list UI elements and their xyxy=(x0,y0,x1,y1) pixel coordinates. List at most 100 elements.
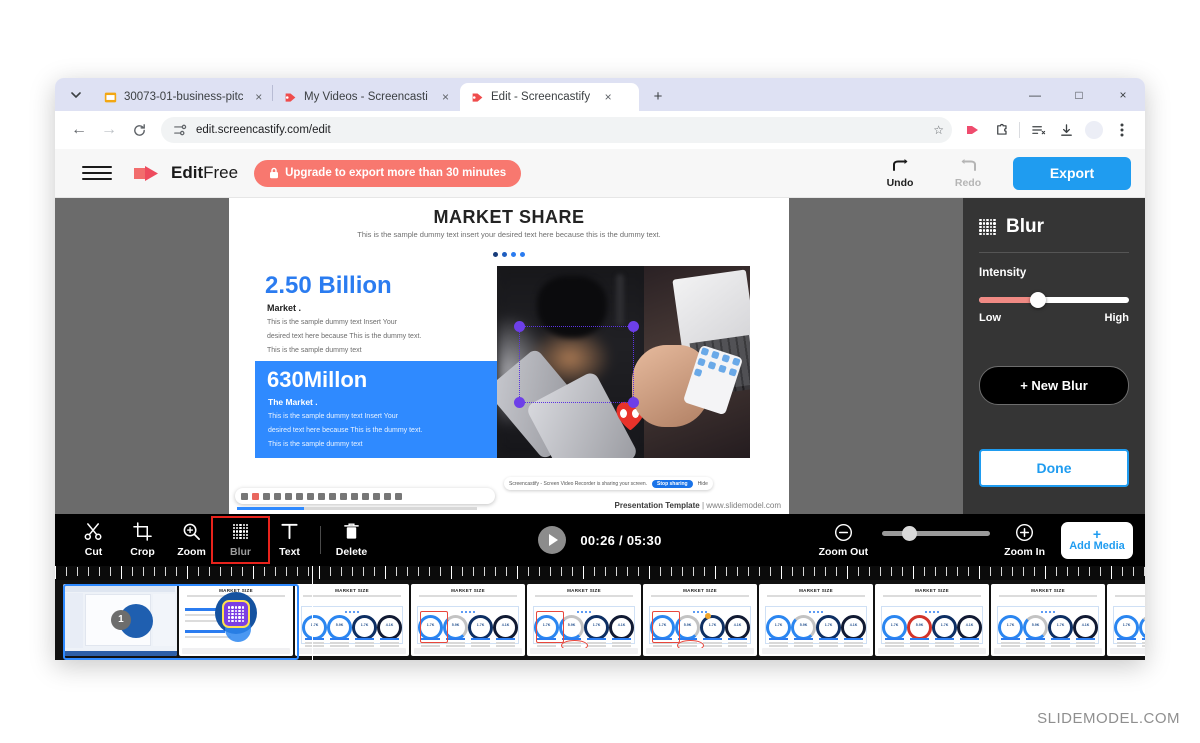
profile-avatar-icon[interactable] xyxy=(1081,117,1107,143)
new-blur-button[interactable]: + New Blur xyxy=(979,366,1129,405)
tool-cut-label: Cut xyxy=(84,546,103,558)
window-close-icon[interactable]: × xyxy=(1101,78,1145,111)
timeline-thumb-5[interactable]: MARKET SIZE 1.7K 5.9K 1.7K 4.1K xyxy=(643,584,757,656)
slide-stat-line-1: desired text here because This is the du… xyxy=(267,333,422,340)
back-arrow-icon[interactable]: ← xyxy=(65,116,93,144)
timeline-thumb-9[interactable]: MARKET SIZE 1.7K5.9K1.7K4.1K xyxy=(1107,584,1145,656)
done-button[interactable]: Done xyxy=(979,449,1129,487)
timeline-zoom-handle[interactable] xyxy=(901,525,917,541)
browser-tab-1-close-icon[interactable]: × xyxy=(439,90,452,104)
redo-button[interactable]: Redo xyxy=(945,157,991,189)
timeline-thumb-4[interactable]: MARKET SIZE 1.7K 5.9K 1.7K 4.1K xyxy=(527,584,641,656)
window-minimize-icon[interactable]: — xyxy=(1013,78,1057,111)
slide-blue-line-1: desired text here because This is the du… xyxy=(268,427,423,434)
forward-arrow-icon[interactable]: → xyxy=(95,116,123,144)
ruler-major-ticks xyxy=(55,566,1145,579)
recording-control-bar xyxy=(235,488,495,504)
browser-tab-1[interactable]: My Videos - Screencastify × xyxy=(273,83,460,111)
slide-dots xyxy=(229,244,789,262)
upgrade-banner[interactable]: Upgrade to export more than 30 minutes xyxy=(254,159,522,187)
timeline-playhead-line[interactable] xyxy=(312,580,313,660)
tool-crop[interactable]: Crop xyxy=(118,522,167,558)
address-bar[interactable]: edit.screencastify.com/edit ☆ xyxy=(161,117,952,143)
blur-handle-bottom-right[interactable] xyxy=(628,397,639,408)
reading-list-icon[interactable] xyxy=(1025,117,1051,143)
timeline-ruler[interactable] xyxy=(55,566,1145,580)
new-tab-button[interactable]: + xyxy=(645,83,671,109)
browser-tab-2-label: Edit - Screencastify xyxy=(491,91,591,103)
intensity-slider[interactable] xyxy=(979,292,1129,308)
blur-handle-top-right[interactable] xyxy=(628,321,639,332)
plus-circle-icon xyxy=(1015,523,1034,542)
timeline-thumb-7[interactable]: MARKET SIZE 1.7K 5.9K 1.7K 4.1K xyxy=(875,584,989,656)
zoom-out-button[interactable]: Zoom Out xyxy=(819,523,868,558)
screencastify-extension-icon[interactable] xyxy=(960,117,986,143)
hide-sharing-button[interactable]: Hide xyxy=(698,481,708,487)
slide-blue-head: The Market . xyxy=(268,397,318,407)
slidemodel-watermark: SLIDEMODEL.COM xyxy=(1037,710,1180,727)
brand-light: Free xyxy=(203,163,239,182)
video-canvas[interactable]: MARKET SHARE This is the sample dummy te… xyxy=(229,198,789,514)
intensity-slider-handle[interactable] xyxy=(1030,292,1046,308)
tool-delete[interactable]: Delete xyxy=(327,522,376,558)
slide-footer-url: www.slidemodel.com xyxy=(706,501,781,510)
browser-tab-2-close-icon[interactable]: × xyxy=(601,90,615,104)
play-triangle-icon xyxy=(549,534,559,546)
timeline-thumb-0[interactable]: 1 xyxy=(63,584,177,656)
thumb-annotation-rect xyxy=(420,611,448,643)
timeline-blur-badge[interactable] xyxy=(222,600,250,629)
timeline-thumb-1[interactable]: MARKET SIZE xyxy=(179,584,293,656)
tool-blur[interactable]: Blur xyxy=(211,516,270,564)
zoom-in-button[interactable]: Zoom In xyxy=(1004,523,1045,558)
timecode-display: 00:26 / 05:30 xyxy=(580,532,662,548)
play-button[interactable] xyxy=(538,526,567,554)
stop-sharing-button[interactable]: Stop sharing xyxy=(652,479,693,488)
browser-tab-0-close-icon[interactable]: × xyxy=(254,90,265,104)
timeline-thumb-9-title: MARKET SIZE xyxy=(1107,588,1145,593)
timeline-track[interactable]: 1 MARKET SIZE MARKET SIZE 1.7K 5.9K 1.7K… xyxy=(55,580,1145,660)
app-logo[interactable]: EditFree xyxy=(134,163,238,183)
brand-bold: Edit xyxy=(171,163,204,182)
three-dot-menu-icon[interactable] xyxy=(1109,117,1135,143)
magnifier-icon xyxy=(182,522,201,541)
downloads-icon[interactable] xyxy=(1053,117,1079,143)
timeline-playhead[interactable] xyxy=(312,566,313,580)
browser-tab-0[interactable]: 30073-01-business-pitch-deck- × xyxy=(93,83,272,111)
export-button[interactable]: Export xyxy=(1013,156,1131,190)
tool-cut[interactable]: Cut xyxy=(69,522,118,558)
window-maximize-icon[interactable]: □ xyxy=(1057,78,1101,111)
undo-label: Undo xyxy=(886,177,914,189)
photo-bar xyxy=(615,273,624,326)
rec-circle-icon xyxy=(362,492,369,500)
hamburger-menu-icon[interactable] xyxy=(82,161,112,185)
intensity-low-label: Low xyxy=(979,312,1001,324)
extensions-puzzle-icon[interactable] xyxy=(988,117,1014,143)
intensity-label: Intensity xyxy=(979,267,1027,279)
header-actions: Undo Redo Export xyxy=(877,156,1131,190)
undo-button[interactable]: Undo xyxy=(877,157,923,189)
browser-toolbar: ← → edit.screencastify.com/edit ☆ xyxy=(55,111,1145,149)
toolbar-divider xyxy=(320,526,321,554)
tool-text[interactable]: Text xyxy=(265,522,314,558)
slide-blue-line-0: This is the sample dummy text Insert You… xyxy=(268,413,398,420)
rec-erase-icon xyxy=(351,492,358,500)
timeline-thumb-8[interactable]: MARKET SIZE 1.7K 5.9K 1.7K 4.1K xyxy=(991,584,1105,656)
timeline-zoom-slider[interactable] xyxy=(882,525,991,541)
tab-search-chevron-down-icon[interactable] xyxy=(63,82,89,108)
rec-frame-icon xyxy=(340,492,347,500)
timeline-thumb-6-title: MARKET SIZE xyxy=(799,588,833,593)
add-media-label: Add Media xyxy=(1069,539,1125,552)
reload-icon[interactable] xyxy=(125,116,153,144)
blur-selection-box[interactable] xyxy=(514,321,639,408)
blur-handle-top-left[interactable] xyxy=(514,321,525,332)
timeline-thumb-3[interactable]: MARKET SIZE 1.7K 5.9K 1.7K 4.1K xyxy=(411,584,525,656)
tune-site-settings-icon[interactable] xyxy=(173,123,187,137)
timeline-thumb-6[interactable]: MARKET SIZE 1.7K 5.9K 1.7K 4.1K xyxy=(759,584,873,656)
browser-tab-2[interactable]: Edit - Screencastify × xyxy=(460,83,639,111)
tool-zoom[interactable]: Zoom xyxy=(167,522,216,558)
timeline-thumb-4-title: MARKET SIZE xyxy=(567,588,601,593)
editor-body: MARKET SHARE This is the sample dummy te… xyxy=(55,198,1145,514)
bookmark-star-icon[interactable]: ☆ xyxy=(933,123,944,137)
add-media-button[interactable]: + Add Media xyxy=(1061,521,1133,559)
blur-handle-bottom-left[interactable] xyxy=(514,397,525,408)
